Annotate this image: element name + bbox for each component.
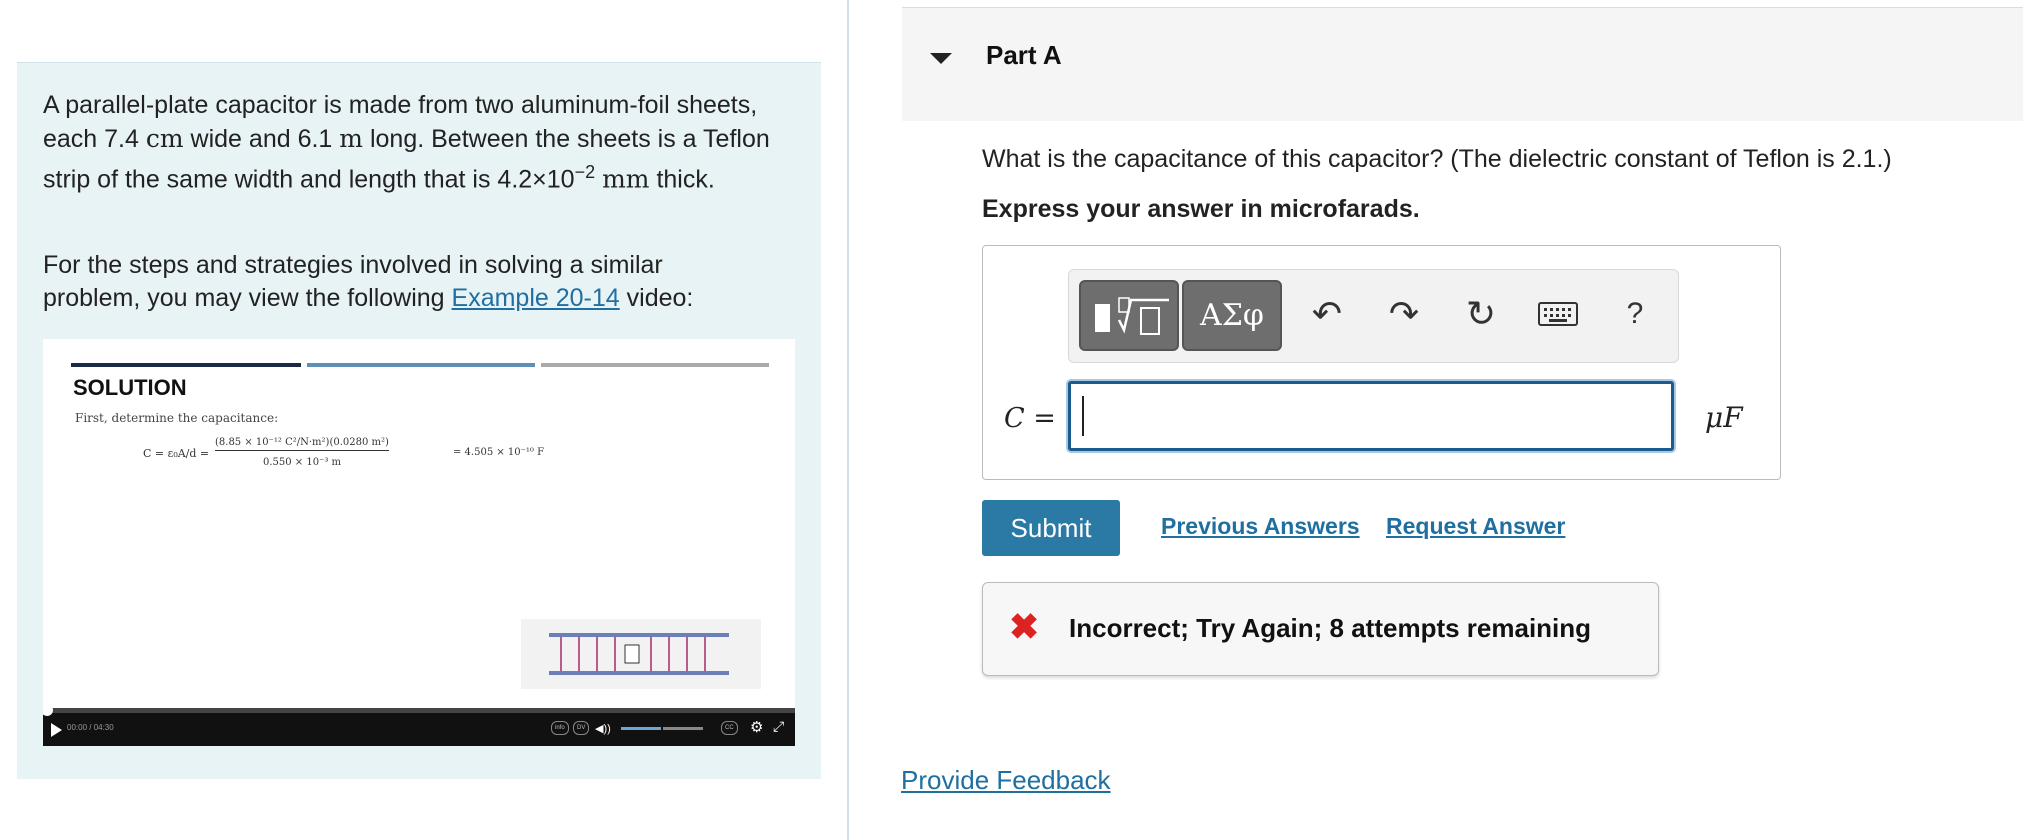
templates-button[interactable] [1079,280,1179,351]
provide-feedback-link[interactable]: Provide Feedback [901,765,1111,796]
problem-text-2: wide and 6.1 [190,125,333,153]
captions-icon[interactable]: CC [721,721,738,735]
capacitor-diagram [521,619,761,689]
dv-icon[interactable]: DV [573,721,590,735]
redo-icon[interactable]: ↷ [1382,292,1426,336]
previous-answers-link[interactable]: Previous Answers [1161,513,1360,540]
unit-text: μF [1705,401,1743,434]
answer-instruction: Express your answer in microfarads. [982,195,1420,223]
video-scrubber[interactable] [43,704,795,716]
unit-cm: cm [145,124,184,153]
video-subtitle: First, determine the capacitance: [75,411,279,425]
templates-icon [1095,297,1169,335]
answer-box: ΑΣφ ↶ ↷ ↻ ? C = μF [982,245,1781,480]
video-player[interactable]: SOLUTION First, determine the capacitanc… [43,339,795,746]
progress-segment [71,363,301,367]
progress-segment [541,363,769,367]
request-answer-link[interactable]: Request Answer [1386,513,1565,540]
part-title: Part A [986,40,1062,70]
video-solution-heading: SOLUTION [73,375,187,400]
strategy-text-end: video: [626,284,694,312]
variable-text: C = [1004,403,1056,434]
collapse-caret-icon[interactable] [930,53,952,64]
play-icon[interactable] [51,723,62,737]
video-controls: 00:00 / 04:30 info DV ◀)) CC ⚙ ⤢ [43,704,795,746]
math-toolbar: ΑΣφ ↶ ↷ ↻ ? [1068,269,1679,363]
panel-divider [847,0,849,840]
example-link[interactable]: Example 20-14 [452,284,620,312]
problem-text-4: thick. [656,165,715,194]
fullscreen-icon[interactable]: ⤢ [773,718,784,735]
answer-input[interactable] [1068,381,1674,451]
part-header[interactable]: Part A [902,7,2023,121]
keyboard-glyph [1538,302,1578,326]
reset-icon[interactable]: ↻ [1459,292,1503,336]
volume-slider[interactable] [621,727,661,730]
unit-mm: mm [602,164,650,194]
progress-segment [307,363,535,367]
formula-lhs: C = ε₀A/d = [143,447,210,460]
formula-result: = 4.505 × 10⁻¹⁰ F [453,447,545,458]
submit-button[interactable]: Submit [982,500,1120,556]
incorrect-x-icon: ✖ [1009,606,1040,647]
formula-denominator: 0.550 × 10⁻³ m [263,457,342,468]
greek-symbols-button[interactable]: ΑΣφ [1182,280,1282,351]
video-time: 00:00 / 04:30 [67,723,114,732]
settings-icon[interactable]: ⚙ [750,718,763,736]
help-button[interactable]: ? [1613,292,1657,336]
formula-numerator: (8.85 × 10⁻¹² C²/N·m²)(0.0280 m²) [215,437,389,451]
keyboard-icon[interactable] [1536,292,1580,336]
undo-icon[interactable]: ↶ [1305,292,1349,336]
feedback-box: ✖ Incorrect; Try Again; 8 attempts remai… [982,582,1659,676]
info-icon[interactable]: info [551,721,569,735]
volume-icon[interactable]: ◀)) [595,722,611,735]
problem-panel: A parallel-plate capacitor is made from … [17,62,821,779]
scrubber-knob[interactable] [43,704,53,716]
variable-label: C = [1004,403,1056,434]
unit-label: μF [1705,401,1743,434]
strategy-statement: For the steps and strategies involved in… [43,249,743,315]
text-caret [1082,396,1084,436]
exponent: −2 [574,162,596,182]
feedback-message: Incorrect; Try Again; 8 attempts remaini… [1069,613,1592,643]
unit-m: m [339,124,363,153]
problem-statement: A parallel-plate capacitor is made from … [43,89,803,196]
video-formula: C = ε₀A/d = (8.85 × 10⁻¹² C²/N·m²)(0.028… [143,435,563,485]
speed-slider[interactable] [663,727,703,730]
question-text: What is the capacitance of this capacito… [982,145,1892,173]
